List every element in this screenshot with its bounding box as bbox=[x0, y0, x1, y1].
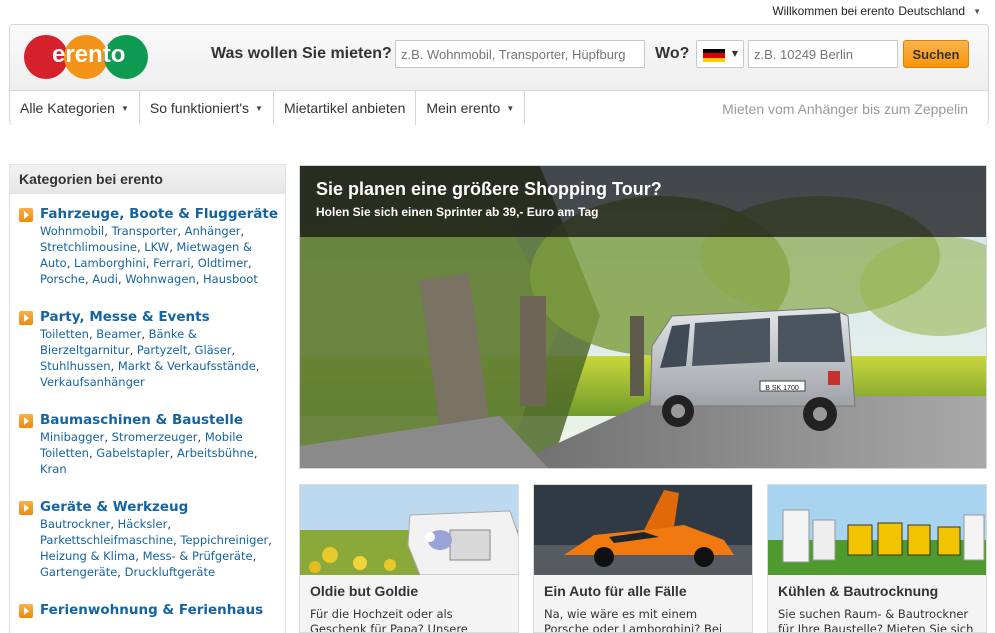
sidebar-title: Kategorien bei erento bbox=[10, 165, 285, 194]
hero-caption: Sie planen eine größere Shopping Tour? H… bbox=[300, 166, 986, 237]
category-group: Fahrzeuge, Boote & Fluggeräte Wohnmobil, … bbox=[10, 206, 285, 287]
subcategory-link[interactable]: Wohnwagen bbox=[125, 272, 195, 286]
subcategory-link[interactable]: Hausboot bbox=[203, 272, 258, 286]
subcategory-link[interactable]: Gabelstapler bbox=[96, 446, 169, 460]
category-list: Fahrzeuge, Boote & Fluggeräte Wohnmobil, … bbox=[10, 206, 285, 633]
subcategory-link[interactable]: Bautrockner bbox=[40, 517, 110, 531]
subcategory-link[interactable]: Stromerzeuger bbox=[112, 430, 198, 444]
subcategory-link[interactable]: Wohnmobil bbox=[40, 224, 104, 238]
subcategory-link[interactable]: Gartengeräte bbox=[40, 565, 117, 579]
arrow-right-icon bbox=[19, 604, 33, 618]
chevron-down-icon: ▼ bbox=[731, 49, 738, 58]
subcategory-link[interactable]: Heizung & Klima bbox=[40, 549, 135, 563]
subcategory-link[interactable]: Partyzelt bbox=[137, 343, 187, 357]
category-group: Baumaschinen & Baustelle Minibagger, Stro… bbox=[10, 412, 285, 477]
chevron-down-icon: ▼ bbox=[255, 103, 263, 113]
category-links: Toiletten, Beamer, Bänke & Bierzeltgarni… bbox=[40, 327, 260, 389]
license-plate: B SK 1700 bbox=[765, 385, 799, 392]
main-nav: Alle Kategorien ▼ So funktioniert's ▼ Mi… bbox=[10, 91, 526, 125]
search-what-label: Was wollen Sie mieten? bbox=[211, 45, 392, 62]
nav-item-label: Alle Kategorien bbox=[20, 100, 115, 116]
site-header: erento Was wollen Sie mieten? Wo? ▼ Such… bbox=[9, 24, 989, 125]
promo-card-sportscar[interactable]: Ein Auto für alle Fälle Na, wie wäre es … bbox=[533, 484, 753, 633]
subcategory-link[interactable]: Oldtimer bbox=[198, 256, 248, 270]
subcategory-link[interactable]: Transporter bbox=[112, 224, 178, 238]
promo-card-oldtimer[interactable]: Oldie but Goldie Für die Hochzeit oder a… bbox=[299, 484, 519, 633]
nav-offer-items[interactable]: Mietartikel anbieten bbox=[274, 91, 417, 125]
oldtimer-car-image bbox=[300, 485, 518, 575]
category-links: Minibagger, Stromerzeuger, Mobile Toilet… bbox=[40, 430, 258, 476]
country-flag-select[interactable]: ▼ bbox=[696, 40, 744, 68]
subcategory-link[interactable]: Kran bbox=[40, 462, 67, 476]
hero-title: Sie planen eine größere Shopping Tour? bbox=[316, 179, 662, 199]
erento-logo[interactable]: erento bbox=[24, 35, 152, 79]
nav-item-label: So funktioniert's bbox=[149, 100, 250, 116]
promo-card-dehumidifier[interactable]: Kühlen & Bautrocknung Sie suchen Raum- &… bbox=[767, 484, 987, 633]
subcategory-link[interactable]: Gläser bbox=[195, 343, 232, 357]
dehumidifier-image bbox=[768, 485, 986, 575]
search-where-input[interactable] bbox=[748, 40, 898, 68]
category-title-link[interactable]: Ferienwohnung & Ferienhaus bbox=[40, 602, 279, 619]
nav-all-categories[interactable]: Alle Kategorien ▼ bbox=[10, 91, 140, 125]
subcategory-link[interactable]: Häcksler bbox=[118, 517, 168, 531]
chevron-down-icon: ▼ bbox=[120, 103, 129, 113]
category-group: Party, Messe & Events Toiletten, Beamer, … bbox=[10, 309, 285, 390]
card-title: Oldie but Goldie bbox=[310, 583, 419, 599]
category-title-link[interactable]: Baumaschinen & Baustelle bbox=[40, 412, 279, 429]
category-group: Ferienwohnung & Ferienhaus bbox=[10, 602, 285, 619]
subcategory-link[interactable]: Teppichreiniger bbox=[180, 533, 268, 547]
card-text: Für die Hochzeit oder als Geschenk für P… bbox=[310, 607, 468, 633]
subcategory-link[interactable]: Druckluftgeräte bbox=[125, 565, 215, 579]
subcategory-link[interactable]: Ferrari bbox=[153, 256, 190, 270]
card-text: Sie suchen Raum- & Bautrockner für Ihre … bbox=[778, 607, 974, 633]
sportscar-image bbox=[534, 485, 752, 575]
arrow-right-icon bbox=[19, 501, 33, 515]
subcategory-link[interactable]: Porsche bbox=[40, 272, 85, 286]
nav-item-label: Mein erento bbox=[426, 100, 501, 116]
arrow-right-icon bbox=[19, 311, 33, 325]
subcategory-link[interactable]: Minibagger bbox=[40, 430, 104, 444]
logo-text: erento bbox=[52, 41, 126, 68]
subcategory-link[interactable]: Arbeitsbühne bbox=[177, 446, 254, 460]
category-group: Geräte & Werkzeug Bautrockner, Häcksler, … bbox=[10, 499, 285, 580]
card-text: Na, wie wäre es mit einem Porsche oder L… bbox=[544, 607, 723, 633]
tagline: Mieten vom Anhänger bis zum Zeppelin bbox=[722, 101, 968, 117]
category-links: Bautrockner, Häcksler, Parkettschleifmas… bbox=[40, 517, 272, 579]
subcategory-link[interactable]: Stretchlimousine bbox=[40, 240, 137, 254]
nav-my-erento[interactable]: Mein erento ▼ bbox=[416, 91, 526, 125]
hero-subtitle: Holen Sie sich einen Sprinter ab 39,- Eu… bbox=[316, 205, 599, 219]
arrow-right-icon bbox=[19, 208, 33, 222]
category-title-link[interactable]: Party, Messe & Events bbox=[40, 309, 279, 326]
chevron-down-icon[interactable]: ▼ bbox=[973, 7, 981, 16]
card-title: Ein Auto für alle Fälle bbox=[544, 583, 687, 599]
subcategory-link[interactable]: LKW bbox=[144, 240, 169, 254]
search-what-input[interactable] bbox=[395, 40, 645, 68]
subcategory-link[interactable]: Audi bbox=[92, 272, 118, 286]
search-where-label: Wo? bbox=[655, 45, 690, 62]
category-title-link[interactable]: Fahrzeuge, Boote & Fluggeräte bbox=[40, 206, 279, 223]
subcategory-link[interactable]: Stuhlhussen bbox=[40, 359, 111, 373]
category-links: Wohnmobil, Transporter, Anhänger, Stretc… bbox=[40, 224, 258, 286]
arrow-right-icon bbox=[19, 414, 33, 428]
subcategory-link[interactable]: Toiletten bbox=[40, 327, 89, 341]
subcategory-link[interactable]: Parkettschleifmaschine bbox=[40, 533, 173, 547]
welcome-text: Willkommen bei erento bbox=[772, 4, 895, 18]
subcategory-link[interactable]: Mess- & Prüfgeräte bbox=[143, 549, 253, 563]
german-flag-icon bbox=[703, 49, 725, 62]
card-title: Kühlen & Bautrocknung bbox=[778, 583, 939, 599]
country-selector[interactable]: Deutschland bbox=[898, 4, 965, 18]
subcategory-link[interactable]: Lamborghini bbox=[74, 256, 146, 270]
subcategory-link[interactable]: Anhänger bbox=[185, 224, 241, 238]
category-sidebar: Kategorien bei erento Fahrzeuge, Boote &… bbox=[9, 164, 286, 633]
subcategory-link[interactable]: Markt & Verkaufsstände bbox=[118, 359, 256, 373]
chevron-down-icon: ▼ bbox=[506, 103, 515, 113]
search-button[interactable]: Suchen bbox=[903, 40, 969, 68]
subcategory-link[interactable]: Beamer bbox=[96, 327, 141, 341]
top-bar: Willkommen bei erento Deutschland ▼ bbox=[772, 4, 981, 18]
category-title-link[interactable]: Geräte & Werkzeug bbox=[40, 499, 279, 516]
subcategory-link[interactable]: Verkaufsanhänger bbox=[40, 375, 145, 389]
nav-how-it-works[interactable]: So funktioniert's ▼ bbox=[140, 91, 274, 125]
hero-banner[interactable]: B SK 1700 Sie planen eine größere Shoppi… bbox=[299, 165, 987, 469]
nav-item-label: Mietartikel anbieten bbox=[283, 100, 406, 116]
